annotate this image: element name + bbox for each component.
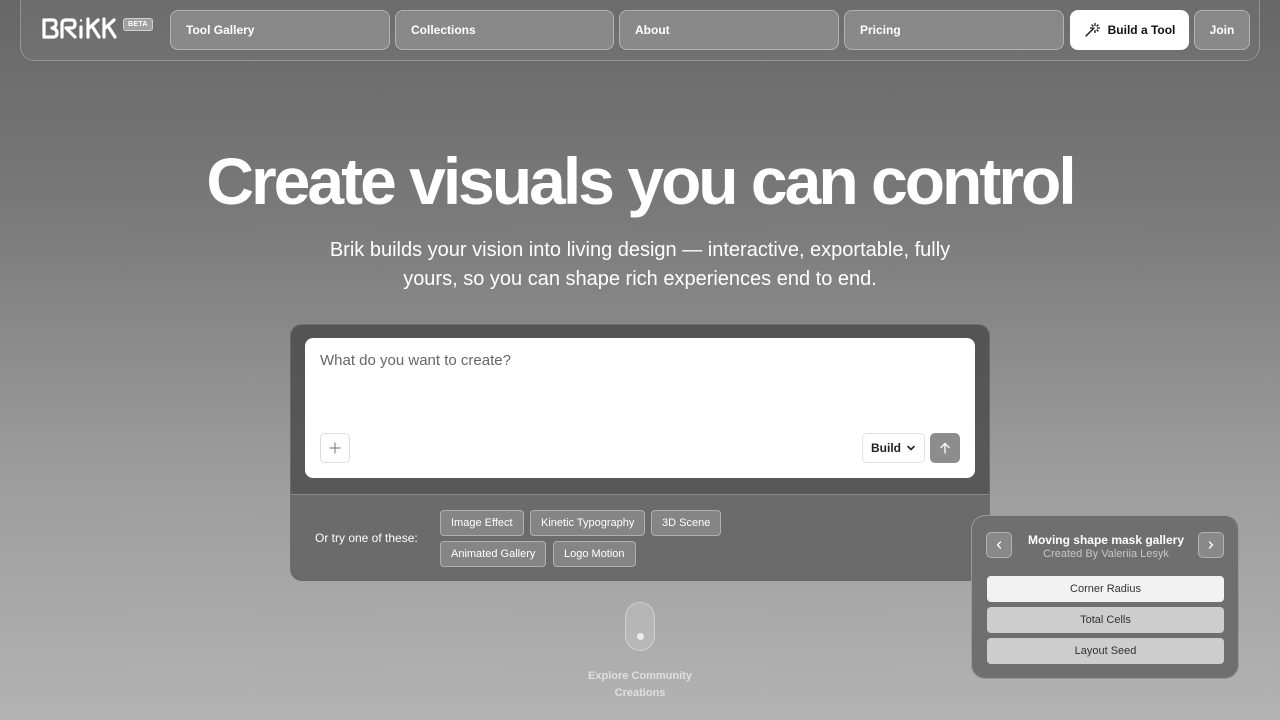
suggestion-chip-kinetic-typography[interactable]: Kinetic Typography bbox=[530, 510, 646, 536]
showcase-panel: Moving shape mask gallery Created By Val… bbox=[971, 515, 1239, 679]
arrow-up-icon bbox=[940, 442, 950, 454]
brik-logo-wordmark bbox=[42, 17, 117, 39]
attach-button[interactable] bbox=[320, 433, 350, 463]
param-total-cells[interactable]: Total Cells bbox=[987, 607, 1224, 633]
nav-item-about[interactable]: About bbox=[619, 10, 839, 50]
suggestion-chip-animated-gallery[interactable]: Animated Gallery bbox=[440, 541, 547, 567]
previous-button[interactable] bbox=[986, 532, 1012, 558]
next-button[interactable] bbox=[1198, 532, 1224, 558]
hero-subtitle: Brik builds your vision into living desi… bbox=[329, 239, 951, 290]
join-button[interactable]: Join bbox=[1194, 10, 1250, 50]
send-button[interactable] bbox=[930, 433, 960, 463]
param-layout-seed[interactable]: Layout Seed bbox=[987, 638, 1224, 664]
mouse-scroll-dot bbox=[637, 633, 644, 640]
prompt-card: Build Or try one of these: Image Effect … bbox=[290, 324, 990, 581]
mode-dropdown[interactable]: Build bbox=[862, 433, 925, 463]
suggestion-chip-image-effect[interactable]: Image Effect bbox=[440, 510, 524, 536]
magic-wand-icon bbox=[1084, 22, 1100, 37]
mouse-icon[interactable] bbox=[625, 602, 655, 651]
nav-item-pricing[interactable]: Pricing bbox=[844, 10, 1064, 50]
param-corner-radius[interactable]: Corner Radius bbox=[987, 576, 1224, 602]
suggestion-chip-logo-motion[interactable]: Logo Motion bbox=[553, 541, 636, 567]
explore-community-link[interactable]: Explore Community Creations bbox=[580, 668, 700, 702]
chevron-down-icon bbox=[907, 445, 915, 451]
showcase-author: Created By Valeriia Lesyk bbox=[1043, 548, 1169, 560]
prompt-box: Build bbox=[305, 338, 975, 478]
top-navigation: BETA Tool Gallery Collections About Pric… bbox=[20, 0, 1260, 61]
mode-dropdown-value: Build bbox=[871, 441, 901, 455]
suggestions-label: Or try one of these: bbox=[315, 531, 418, 545]
prompt-input[interactable] bbox=[320, 352, 820, 369]
chevron-left-icon bbox=[996, 541, 1002, 549]
plus-icon bbox=[329, 442, 341, 454]
hero-title: Create visuals you can control bbox=[206, 144, 1076, 218]
beta-badge: BETA bbox=[123, 18, 153, 31]
nav-item-collections[interactable]: Collections bbox=[395, 10, 614, 50]
suggestion-chip-3d-scene[interactable]: 3D Scene bbox=[651, 510, 722, 536]
chevron-right-icon bbox=[1208, 541, 1214, 549]
build-a-tool-button[interactable]: Build a Tool bbox=[1070, 10, 1189, 50]
brik-logo[interactable]: BETA bbox=[41, 16, 153, 42]
showcase-title: Moving shape mask gallery bbox=[1027, 533, 1185, 547]
suggestions-area: Or try one of these: Image Effect Kineti… bbox=[291, 494, 989, 580]
nav-item-tool-gallery[interactable]: Tool Gallery bbox=[170, 10, 390, 50]
build-a-tool-label: Build a Tool bbox=[1107, 23, 1176, 37]
